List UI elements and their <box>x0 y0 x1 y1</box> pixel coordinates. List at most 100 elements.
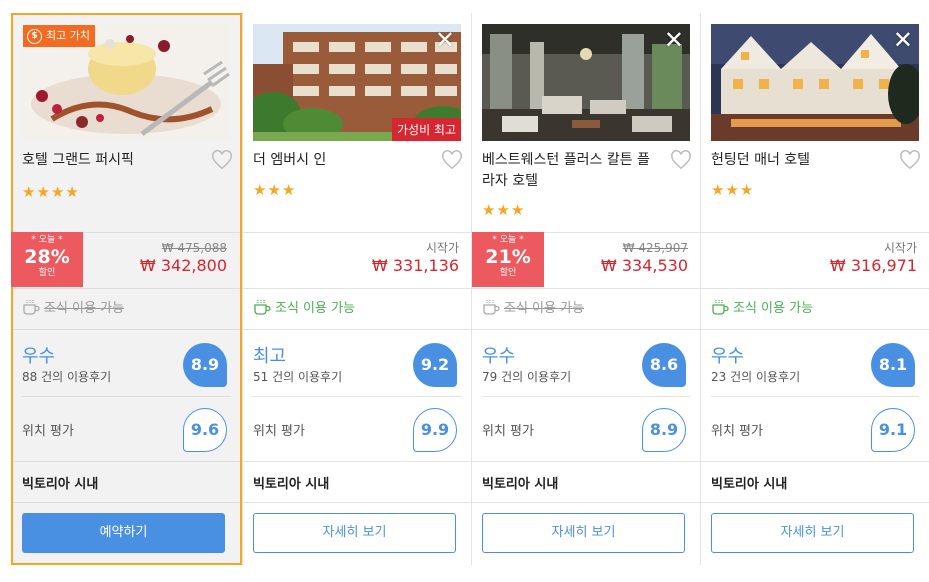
breakfast-label: 조식 이용 가능 <box>733 301 814 316</box>
discount-today-label: * 오늘 * <box>31 235 63 245</box>
close-icon[interactable]: ✕ <box>664 26 684 54</box>
location-score: 9.6 <box>183 408 227 452</box>
hotel-name[interactable]: 더 엠버시 인 <box>253 150 423 171</box>
from-price-label: 시작가 <box>883 241 917 255</box>
divider <box>472 461 700 462</box>
coffee-cup-icon <box>254 299 271 315</box>
discount-badge: * 오늘 * 28% 할인 <box>11 232 83 287</box>
breakfast-label: 조식 이용 가능 <box>275 301 356 316</box>
divider <box>472 329 700 330</box>
book-button[interactable]: 예약하기 <box>22 513 225 553</box>
hotel-card[interactable]: ✕ 베스트웨스턴 플러스 칼튼 플라자 호텔 ★★★ * 오늘 * 21% 할인… <box>471 13 700 565</box>
divider <box>253 396 461 397</box>
hotel-photo[interactable]: ✕ <box>482 24 690 141</box>
breakfast-info: 조식 이용 가능 <box>253 297 355 316</box>
hotel-photo[interactable]: ✕ 가성비 최고 <box>253 24 461 141</box>
divider <box>22 396 231 397</box>
details-button[interactable]: 자세히 보기 <box>482 513 685 553</box>
original-price: ₩ 425,907 <box>622 241 688 255</box>
discount-off-label: 할인 <box>499 268 517 278</box>
divider <box>13 329 240 330</box>
divider <box>711 396 919 397</box>
heart-icon[interactable] <box>899 149 921 171</box>
location-score: 9.1 <box>871 408 915 452</box>
breakfast-info: 조식 이용 가능 <box>711 297 813 316</box>
divider <box>472 288 700 289</box>
location-rating-label: 위치 평가 <box>253 424 305 439</box>
review-count[interactable]: 79 건의 이용후기 <box>482 368 571 385</box>
star-rating: ★★★★ <box>22 183 80 201</box>
divider <box>701 329 929 330</box>
divider <box>701 461 929 462</box>
coffee-cup-icon <box>483 299 500 315</box>
divider <box>243 232 471 233</box>
hotel-area: 빅토리아 시내 <box>711 477 788 492</box>
coffee-cup-icon <box>23 299 40 315</box>
divider <box>482 396 690 397</box>
location-score: 9.9 <box>413 408 457 452</box>
best-value-badge: 가성비 최고 <box>391 118 461 141</box>
location-score: 8.9 <box>642 408 686 452</box>
hotel-card[interactable]: ✕ 헌팅던 매너 호텔 ★★★ 시작가 ₩ 316,971 조식 이용 가능 우… <box>700 13 929 565</box>
divider <box>13 461 240 462</box>
price: ₩ 331,136 <box>371 256 459 275</box>
hotel-name[interactable]: 호텔 그랜드 퍼시픽 <box>22 150 192 171</box>
rating-word: 우수 <box>22 346 56 367</box>
review-score: 8.9 <box>183 343 227 387</box>
location-rating-label: 위치 평가 <box>482 424 534 439</box>
divider <box>13 502 240 503</box>
star-rating: ★★★ <box>253 181 297 199</box>
divider <box>701 232 929 233</box>
rating-word: 우수 <box>482 346 516 367</box>
discount-percent: 28% <box>24 246 70 268</box>
discount-off-label: 할인 <box>38 268 56 278</box>
review-score: 9.2 <box>413 343 457 387</box>
breakfast-label: 조식 이용 가능 <box>44 301 125 316</box>
hotel-photo[interactable]: ✕ <box>711 24 919 141</box>
hotel-photo[interactable]: $ 최고 가치 <box>22 24 230 141</box>
review-score: 8.1 <box>871 343 915 387</box>
price: ₩ 334,530 <box>600 256 688 275</box>
divider <box>472 502 700 503</box>
breakfast-info: 조식 이용 가능 <box>22 297 124 316</box>
divider <box>701 502 929 503</box>
price: ₩ 342,800 <box>139 256 227 275</box>
price: ₩ 316,971 <box>829 256 917 275</box>
discount-percent: 21% <box>485 246 531 268</box>
heart-icon[interactable] <box>670 149 692 171</box>
heart-icon[interactable] <box>441 149 463 171</box>
divider <box>701 288 929 289</box>
close-icon[interactable]: ✕ <box>893 26 913 54</box>
divider <box>243 461 471 462</box>
star-rating: ★★★ <box>711 181 755 199</box>
original-price: ₩ 475,088 <box>161 241 227 255</box>
badge-label: 최고 가치 <box>46 29 90 42</box>
rating-word: 우수 <box>711 346 745 367</box>
hotel-card[interactable]: $ 최고 가치 호텔 그랜드 퍼시픽 ★★★★ * 오늘 * 28% 할인 ₩ … <box>11 13 242 565</box>
heart-icon[interactable] <box>211 149 233 171</box>
close-icon[interactable]: ✕ <box>435 26 455 54</box>
breakfast-label: 조식 이용 가능 <box>504 301 585 316</box>
review-count[interactable]: 23 건의 이용후기 <box>711 368 800 385</box>
best-value-badge: $ 최고 가치 <box>23 25 95 47</box>
review-count[interactable]: 88 건의 이용후기 <box>22 368 111 385</box>
hotel-card[interactable]: ✕ 가성비 최고 더 엠버시 인 ★★★ 시작가 ₩ 331,136 조식 이용… <box>242 13 471 565</box>
breakfast-info: 조식 이용 가능 <box>482 297 584 316</box>
divider <box>243 288 471 289</box>
rating-word: 최고 <box>253 346 287 367</box>
hotel-name[interactable]: 베스트웨스턴 플러스 칼튼 플라자 호텔 <box>482 150 652 192</box>
location-rating-label: 위치 평가 <box>711 424 763 439</box>
review-count[interactable]: 51 건의 이용후기 <box>253 368 342 385</box>
hotel-name[interactable]: 헌팅던 매너 호텔 <box>711 150 881 171</box>
divider <box>13 288 240 289</box>
discount-today-label: * 오늘 * <box>492 235 524 245</box>
details-button[interactable]: 자세히 보기 <box>711 513 914 553</box>
details-button[interactable]: 자세히 보기 <box>253 513 456 553</box>
divider <box>243 329 471 330</box>
star-rating: ★★★ <box>482 201 526 219</box>
from-price-label: 시작가 <box>425 241 459 255</box>
hotel-area: 빅토리아 시내 <box>22 477 99 492</box>
hotel-area: 빅토리아 시내 <box>482 477 559 492</box>
discount-badge: * 오늘 * 21% 할인 <box>472 232 544 287</box>
coffee-cup-icon <box>712 299 729 315</box>
